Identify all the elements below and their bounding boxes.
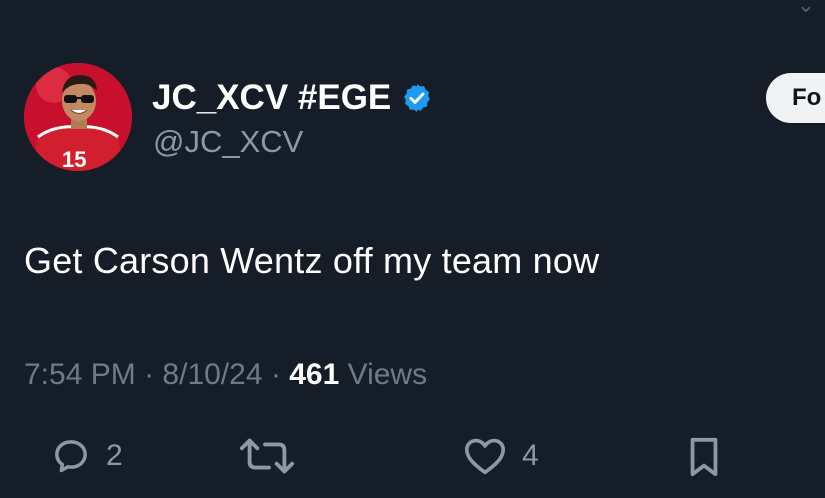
avatar[interactable]: 15 [24, 63, 132, 171]
retweet-button[interactable] [238, 436, 310, 476]
bookmark-icon [690, 437, 718, 477]
heart-icon [465, 438, 505, 475]
like-button[interactable]: 4 [462, 436, 539, 476]
avatar-photo-icon: 15 [24, 63, 132, 171]
tweet-time[interactable]: 7:54 PM [24, 358, 136, 391]
reply-count: 2 [106, 439, 123, 472]
retweet-icon [239, 438, 295, 474]
like-count: 4 [522, 439, 539, 472]
more-options-icon[interactable]: ⌄ [797, 0, 815, 18]
tweet-text: Get Carson Wentz off my team now [24, 240, 600, 281]
verified-badge-icon[interactable] [401, 82, 433, 114]
meta-separator: · [270, 358, 281, 391]
reply-button[interactable]: 2 [50, 436, 123, 476]
views-count[interactable]: 461 [289, 358, 339, 391]
tweet-detail-screen: ⌄ 15 JC_XCV #EGE @JC_XCV Fo Get Carson W… [0, 0, 825, 498]
reply-icon [55, 440, 87, 473]
meta-separator: · [144, 358, 155, 391]
tweet-meta: 7:54 PM · 8/10/24 · 461 Views [24, 358, 427, 392]
bookmark-button[interactable] [686, 436, 736, 478]
display-name[interactable]: JC_XCV #EGE [152, 78, 433, 118]
tweet-date[interactable]: 8/10/24 [162, 358, 262, 391]
user-handle[interactable]: @JC_XCV [153, 124, 303, 160]
svg-text:15: 15 [62, 147, 86, 171]
views-label: Views [347, 358, 428, 391]
follow-button[interactable]: Fo [766, 73, 825, 123]
display-name-text[interactable]: JC_XCV #EGE [152, 78, 391, 118]
